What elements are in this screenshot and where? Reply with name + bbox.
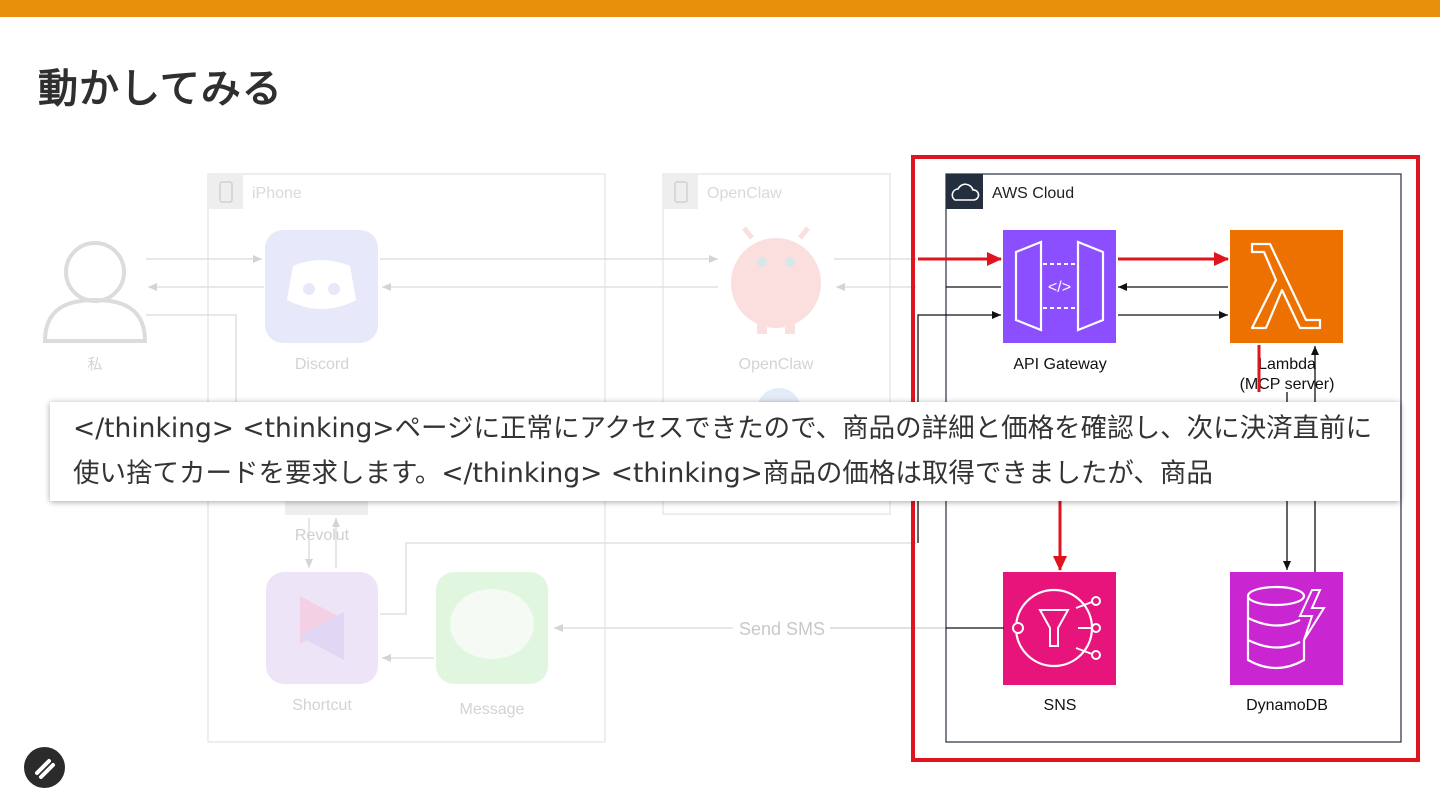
revolut-icon	[285, 500, 368, 515]
openclaw-icon	[731, 226, 821, 334]
discord-label: Discord	[295, 356, 349, 373]
shortcut-label: Shortcut	[292, 697, 352, 714]
thinking-caption: </thinking> <thinking>ページに正常にアクセスできたので、商…	[50, 402, 1400, 501]
lambda-label: Lambda	[1258, 356, 1316, 373]
user-icon	[42, 241, 148, 343]
lambda-icon	[1230, 230, 1343, 343]
message-label: Message	[460, 701, 525, 718]
brand-logo-icon	[24, 747, 65, 788]
user-label: 私	[87, 356, 102, 373]
sns-label: SNS	[1044, 697, 1077, 714]
aws-group-label: AWS Cloud	[992, 185, 1074, 202]
lambda-sublabel: (MCP server)	[1240, 376, 1335, 393]
api-gateway-label: API Gateway	[1013, 356, 1106, 373]
openclaw-label: OpenClaw	[739, 356, 814, 373]
revolut-label: Revolut	[295, 527, 350, 544]
iphone-group-label: iPhone	[252, 185, 302, 202]
dynamodb-label: DynamoDB	[1246, 697, 1328, 714]
openclaw-group-label: OpenClaw	[707, 185, 782, 202]
send-sms-label: Send SMS	[739, 619, 825, 639]
svg-text:</>: </>	[1048, 279, 1071, 296]
